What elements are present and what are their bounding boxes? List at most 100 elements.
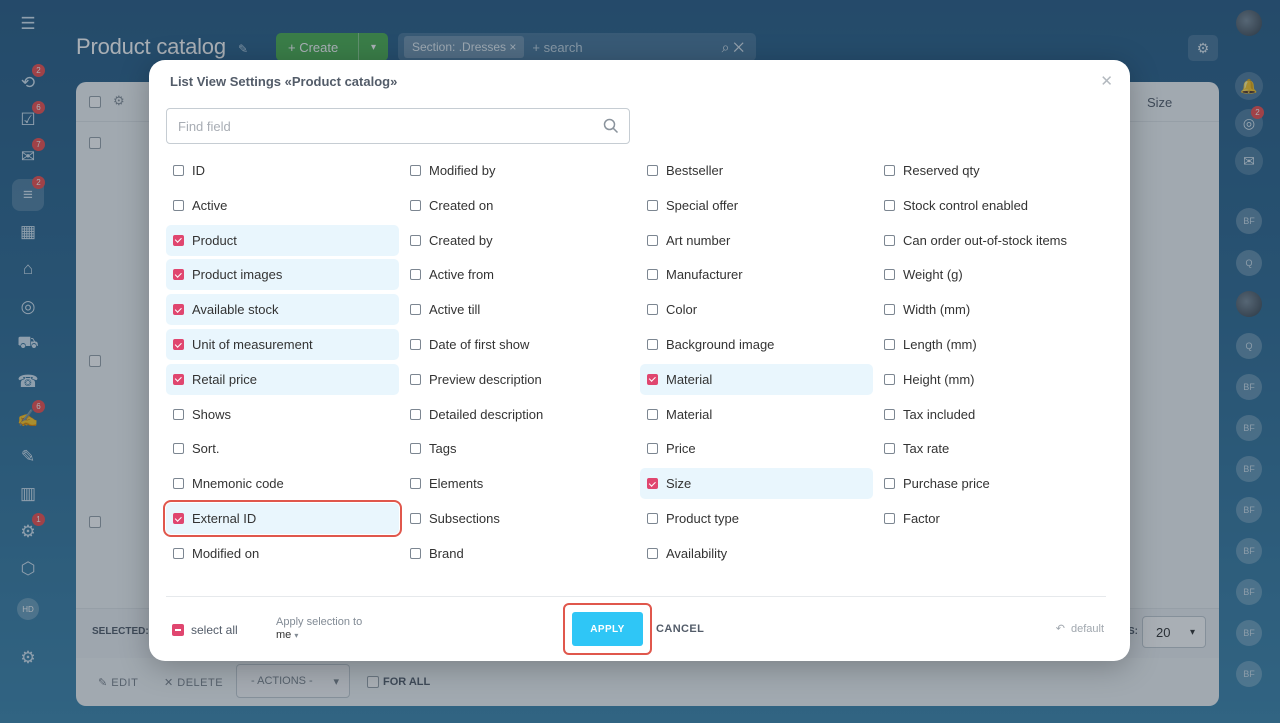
- field-option[interactable]: Length (mm): [877, 329, 1106, 360]
- field-option[interactable]: Active: [166, 190, 399, 221]
- find-field-input[interactable]: [178, 118, 578, 134]
- field-option[interactable]: Active till: [403, 294, 636, 325]
- field-checkbox[interactable]: [884, 304, 895, 316]
- field-checkbox[interactable]: [173, 443, 184, 455]
- field-checkbox[interactable]: [173, 478, 184, 490]
- field-checkbox-checked[interactable]: [647, 478, 658, 490]
- field-checkbox[interactable]: [410, 304, 421, 316]
- field-checkbox[interactable]: [173, 199, 184, 211]
- field-checkbox-checked[interactable]: [173, 234, 184, 246]
- field-option[interactable]: External ID: [163, 500, 402, 537]
- field-checkbox-checked[interactable]: [173, 373, 184, 385]
- field-option[interactable]: Material: [640, 363, 873, 395]
- field-checkbox[interactable]: [884, 513, 895, 524]
- field-option[interactable]: Tax rate: [877, 433, 1106, 464]
- field-option[interactable]: Special offer: [640, 190, 873, 221]
- field-option[interactable]: Material: [640, 399, 873, 430]
- field-checkbox[interactable]: [410, 478, 421, 490]
- field-option[interactable]: Subsections: [403, 503, 636, 534]
- field-option[interactable]: Sort.: [166, 433, 399, 464]
- field-checkbox[interactable]: [410, 408, 421, 420]
- field-option[interactable]: Modified by: [403, 155, 636, 186]
- field-checkbox[interactable]: [884, 234, 895, 246]
- search-icon[interactable]: [603, 118, 619, 139]
- field-option[interactable]: Weight (g): [877, 259, 1106, 290]
- field-checkbox[interactable]: [410, 199, 421, 211]
- field-option[interactable]: Price: [640, 433, 873, 464]
- field-option[interactable]: Created on: [403, 190, 636, 221]
- find-field-search[interactable]: [166, 108, 630, 144]
- field-option[interactable]: Can order out-of-stock items: [877, 225, 1106, 256]
- field-checkbox[interactable]: [884, 408, 895, 420]
- field-option[interactable]: Created by: [403, 225, 636, 256]
- field-option[interactable]: Tax included: [877, 399, 1106, 430]
- apply-to-value[interactable]: me ▾: [276, 629, 362, 642]
- field-checkbox[interactable]: [884, 373, 895, 385]
- field-option[interactable]: Brand: [403, 538, 636, 569]
- field-option[interactable]: Stock control enabled: [877, 190, 1106, 221]
- field-checkbox-checked[interactable]: [173, 269, 184, 281]
- field-checkbox[interactable]: [884, 478, 895, 490]
- field-checkbox[interactable]: [647, 443, 658, 455]
- field-option[interactable]: Active from: [403, 259, 636, 290]
- field-checkbox[interactable]: [410, 443, 421, 455]
- field-option[interactable]: Preview description: [403, 364, 636, 395]
- field-checkbox[interactable]: [884, 269, 895, 281]
- field-option[interactable]: Size: [640, 468, 873, 500]
- field-checkbox[interactable]: [647, 408, 658, 420]
- field-checkbox-checked[interactable]: [173, 513, 184, 524]
- reset-default-link[interactable]: ↶ default: [1056, 622, 1104, 636]
- field-checkbox[interactable]: [884, 165, 895, 176]
- field-option[interactable]: Product images: [166, 259, 399, 291]
- field-checkbox[interactable]: [884, 339, 895, 350]
- field-checkbox[interactable]: [410, 339, 421, 350]
- field-checkbox[interactable]: [647, 304, 658, 316]
- field-checkbox[interactable]: [647, 339, 658, 350]
- field-option[interactable]: Height (mm): [877, 364, 1106, 395]
- field-option[interactable]: Detailed description: [403, 399, 636, 430]
- field-option[interactable]: Color: [640, 294, 873, 325]
- field-checkbox[interactable]: [173, 165, 184, 176]
- field-checkbox[interactable]: [647, 547, 658, 559]
- field-checkbox-checked[interactable]: [173, 304, 184, 316]
- field-option[interactable]: Reserved qty: [877, 155, 1106, 186]
- field-option[interactable]: Tags: [403, 433, 636, 464]
- field-option[interactable]: Product: [166, 224, 399, 256]
- field-checkbox[interactable]: [410, 373, 421, 385]
- field-option[interactable]: Purchase price: [877, 468, 1106, 499]
- field-checkbox[interactable]: [410, 269, 421, 281]
- field-option[interactable]: Modified on: [166, 538, 399, 569]
- field-option[interactable]: Factor: [877, 503, 1106, 534]
- field-checkbox[interactable]: [647, 269, 658, 281]
- field-checkbox-checked[interactable]: [647, 373, 658, 385]
- field-option[interactable]: Retail price: [166, 363, 399, 395]
- field-option[interactable]: Shows: [166, 399, 399, 430]
- field-option[interactable]: ID: [166, 155, 399, 186]
- select-all-control[interactable]: select all: [172, 623, 238, 637]
- apply-button[interactable]: APPLY: [572, 612, 643, 646]
- field-checkbox[interactable]: [647, 165, 658, 176]
- field-checkbox[interactable]: [173, 408, 184, 420]
- field-checkbox[interactable]: [884, 199, 895, 211]
- close-icon[interactable]: ✕: [1100, 72, 1113, 90]
- field-option[interactable]: Bestseller: [640, 155, 873, 186]
- field-option[interactable]: Elements: [403, 468, 636, 499]
- field-checkbox[interactable]: [410, 165, 421, 176]
- field-checkbox[interactable]: [647, 234, 658, 246]
- apply-selection-to[interactable]: Apply selection to me ▾: [276, 616, 362, 642]
- field-checkbox[interactable]: [173, 547, 184, 559]
- field-option[interactable]: Mnemonic code: [166, 468, 399, 499]
- field-option[interactable]: Available stock: [166, 294, 399, 326]
- field-checkbox[interactable]: [410, 547, 421, 559]
- field-option[interactable]: Product type: [640, 503, 873, 534]
- field-option[interactable]: Unit of measurement: [166, 329, 399, 360]
- field-option[interactable]: Manufacturer: [640, 259, 873, 290]
- field-checkbox-checked[interactable]: [173, 339, 184, 350]
- field-option[interactable]: Art number: [640, 225, 873, 256]
- field-option[interactable]: Background image: [640, 329, 873, 360]
- field-checkbox[interactable]: [410, 234, 421, 246]
- cancel-button[interactable]: CANCEL: [656, 623, 704, 635]
- field-checkbox[interactable]: [647, 199, 658, 211]
- field-checkbox[interactable]: [410, 513, 421, 524]
- select-all-indeterminate-checkbox[interactable]: [172, 624, 184, 636]
